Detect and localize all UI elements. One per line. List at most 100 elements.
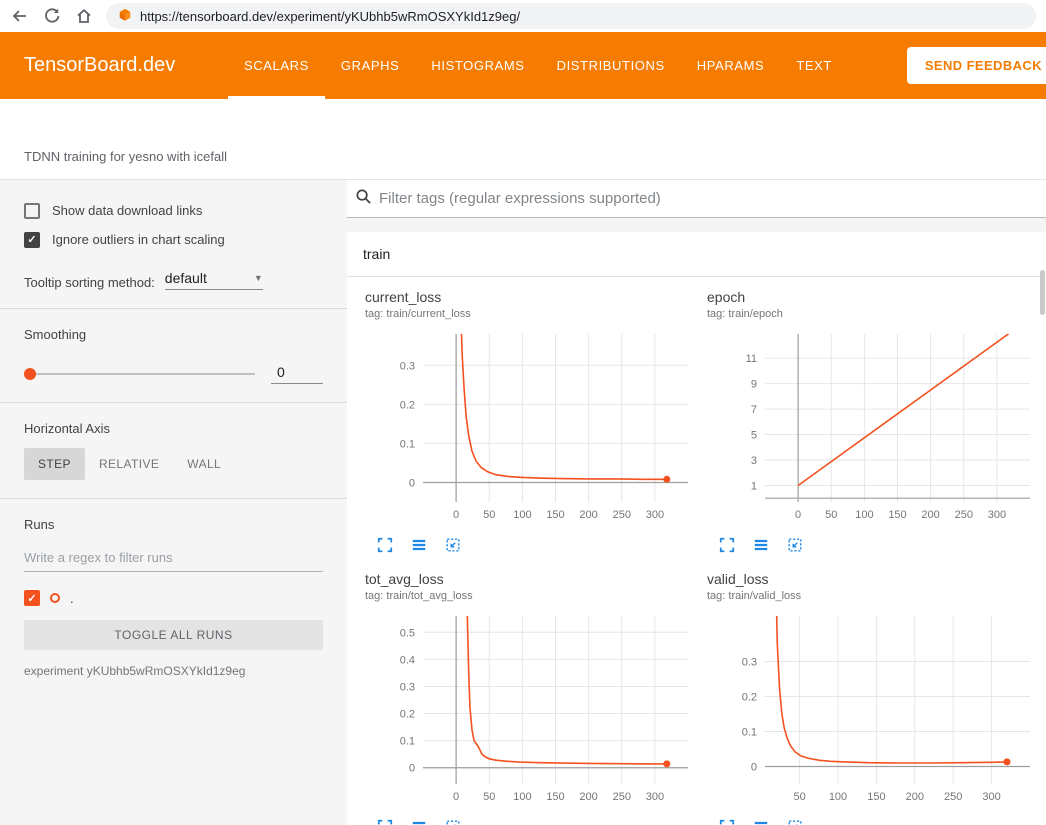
sidebar-divider	[0, 498, 347, 499]
chart-title: valid_loss	[707, 571, 1046, 587]
svg-text:150: 150	[867, 791, 885, 803]
experiment-caption: experiment yKUbhb5wRmOSXYkId1z9eg	[24, 664, 323, 678]
show-download-links-checkbox[interactable]	[24, 203, 40, 219]
train-section-header[interactable]: train	[347, 232, 1046, 277]
show-download-links-toggle[interactable]: Show data download links	[24, 196, 323, 225]
axis-step-button[interactable]: STEP	[24, 448, 85, 480]
nav-tabs: SCALARS GRAPHS HISTOGRAMS DISTRIBUTIONS …	[228, 32, 848, 99]
svg-text:0: 0	[751, 762, 757, 774]
tab-distributions[interactable]: DISTRIBUTIONS	[541, 32, 681, 99]
chart-epoch: epoch tag: train/epoch 05010015020025030…	[705, 289, 1046, 553]
chart-tag: tag: train/valid_loss	[707, 590, 1046, 602]
axis-relative-button[interactable]: RELATIVE	[85, 448, 173, 480]
svg-text:100: 100	[829, 791, 847, 803]
lines-icon[interactable]	[411, 819, 427, 825]
smoothing-value-field[interactable]: 0	[271, 364, 323, 384]
fit-domain-icon[interactable]	[445, 537, 461, 553]
reload-icon[interactable]	[42, 6, 62, 26]
horizontal-axis-group: STEP RELATIVE WALL	[24, 448, 323, 480]
lines-icon[interactable]	[411, 537, 427, 553]
main-content: train current_loss tag: train/current_lo…	[347, 180, 1046, 825]
chevron-down-icon: ▼	[254, 273, 263, 283]
smoothing-slider-row: 0	[24, 364, 323, 384]
svg-text:50: 50	[793, 791, 805, 803]
sidebar-divider	[0, 402, 347, 403]
smoothing-slider[interactable]	[24, 373, 255, 375]
svg-text:0.3: 0.3	[742, 657, 757, 669]
fit-domain-icon[interactable]	[787, 537, 803, 553]
svg-text:250: 250	[613, 791, 631, 803]
svg-text:50: 50	[483, 791, 495, 803]
show-download-links-label: Show data download links	[52, 203, 202, 218]
svg-text:5: 5	[751, 430, 757, 442]
svg-text:300: 300	[982, 791, 1000, 803]
svg-text:0: 0	[795, 509, 801, 521]
tag-filter-row	[347, 180, 1046, 218]
svg-text:0: 0	[409, 478, 415, 490]
toggle-all-runs-button[interactable]: TOGGLE ALL RUNS	[24, 620, 323, 650]
svg-text:0.1: 0.1	[400, 736, 415, 748]
sidebar-divider	[0, 308, 347, 309]
search-icon	[355, 188, 372, 210]
axis-wall-button[interactable]: WALL	[173, 448, 235, 480]
ignore-outliers-toggle[interactable]: Ignore outliers in chart scaling	[24, 225, 323, 254]
svg-text:200: 200	[579, 509, 597, 521]
tooltip-sorting-select[interactable]: default ▼	[165, 270, 263, 290]
expand-icon[interactable]	[719, 537, 735, 553]
scalar-chart-canvas[interactable]: 05010015020025030000.10.20.30.40.5	[363, 610, 698, 810]
chart-tag: tag: train/current_loss	[365, 308, 705, 320]
tab-graphs[interactable]: GRAPHS	[325, 32, 416, 99]
scalar-chart-canvas[interactable]: 05010015020025030000.10.20.3	[363, 328, 698, 528]
lines-icon[interactable]	[753, 819, 769, 825]
svg-text:150: 150	[888, 509, 906, 521]
chart-tot-avg-loss: tot_avg_loss tag: train/tot_avg_loss 050…	[363, 571, 705, 825]
back-icon[interactable]	[10, 6, 30, 26]
tag-filter-input[interactable]	[379, 190, 1038, 207]
smoothing-label: Smoothing	[24, 327, 323, 342]
svg-text:0.3: 0.3	[400, 682, 415, 694]
svg-text:1: 1	[751, 481, 757, 493]
chart-title: current_loss	[365, 289, 705, 305]
smoothing-slider-thumb[interactable]	[24, 368, 36, 380]
horizontal-axis-label: Horizontal Axis	[24, 421, 323, 436]
svg-text:50: 50	[483, 509, 495, 521]
lines-icon[interactable]	[753, 537, 769, 553]
scalar-chart-canvas[interactable]: 0501001502002503001357911	[705, 328, 1040, 528]
train-section-card: train current_loss tag: train/current_lo…	[347, 232, 1046, 825]
svg-text:300: 300	[646, 791, 664, 803]
tab-hparams[interactable]: HPARAMS	[681, 32, 781, 99]
run-checkbox[interactable]	[24, 590, 40, 606]
tensorboard-logo: TensorBoard.dev	[24, 32, 228, 99]
url-bar[interactable]: https://tensorboard.dev/experiment/yKUbh…	[106, 3, 1036, 29]
send-feedback-button[interactable]: SEND FEEDBACK	[907, 47, 1046, 84]
svg-text:0: 0	[453, 791, 459, 803]
ignore-outliers-label: Ignore outliers in chart scaling	[52, 232, 225, 247]
chart-valid-loss: valid_loss tag: train/valid_loss 50 100 15…	[705, 571, 1046, 825]
svg-text:150: 150	[546, 509, 564, 521]
tab-histograms[interactable]: HISTOGRAMS	[415, 32, 540, 99]
tensorboard-favicon	[118, 8, 132, 25]
home-icon[interactable]	[74, 6, 94, 26]
svg-text:0.5: 0.5	[400, 627, 415, 639]
runs-filter-input[interactable]	[24, 544, 323, 572]
chart-tag: tag: train/epoch	[707, 308, 1046, 320]
svg-text:300: 300	[988, 509, 1006, 521]
svg-text:200: 200	[579, 791, 597, 803]
scrollbar-thumb[interactable]	[1040, 270, 1045, 315]
tab-text[interactable]: TEXT	[780, 32, 848, 99]
fit-domain-icon[interactable]	[787, 819, 803, 825]
svg-text:9: 9	[751, 379, 757, 391]
scalar-chart-canvas[interactable]: 5010015020025030000.10.20.3	[705, 610, 1040, 810]
settings-sidebar: Show data download links Ignore outliers…	[0, 180, 347, 825]
svg-text:250: 250	[955, 509, 973, 521]
chart-current-loss: current_loss tag: train/current_loss 0 50…	[363, 289, 705, 553]
expand-icon[interactable]	[719, 819, 735, 825]
charts-grid: current_loss tag: train/current_loss 050…	[347, 277, 1046, 825]
svg-text:0.2: 0.2	[400, 709, 415, 721]
ignore-outliers-checkbox[interactable]	[24, 232, 40, 248]
svg-text:150: 150	[546, 791, 564, 803]
expand-icon[interactable]	[377, 537, 393, 553]
fit-domain-icon[interactable]	[445, 819, 461, 825]
expand-icon[interactable]	[377, 819, 393, 825]
tab-scalars[interactable]: SCALARS	[228, 32, 325, 99]
